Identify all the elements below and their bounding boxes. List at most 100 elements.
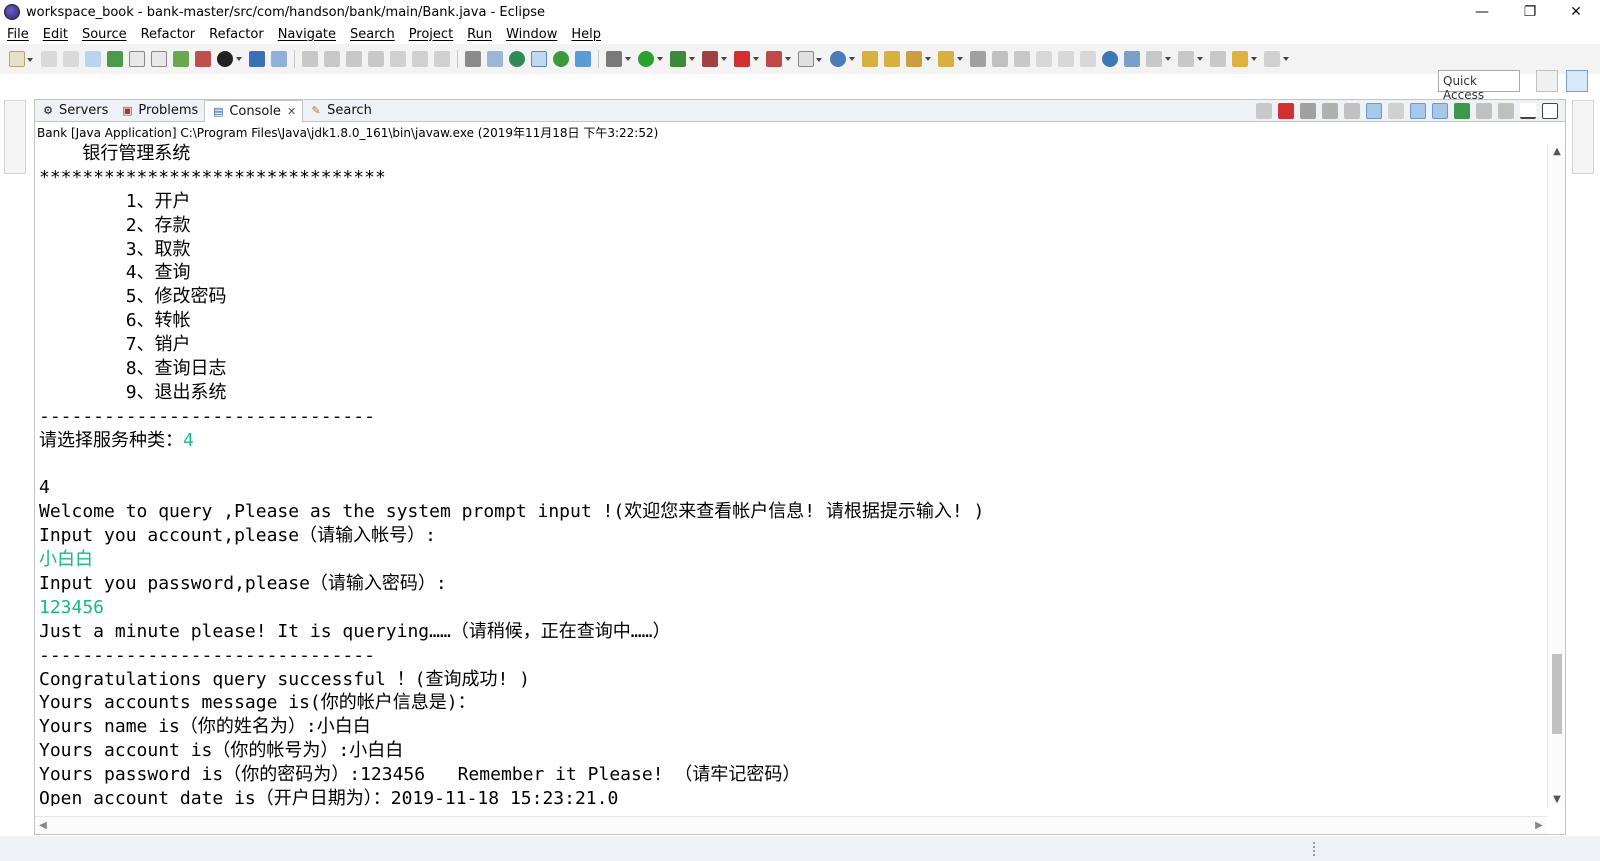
step-over-icon[interactable] (412, 51, 428, 67)
maximize-view-icon[interactable] (1542, 103, 1558, 119)
console-line: ------------------------------- (39, 405, 375, 427)
run-icon[interactable] (638, 51, 663, 67)
scroll-right-icon[interactable]: ▶ (1533, 820, 1545, 832)
save-all-icon[interactable] (63, 51, 79, 67)
show-on-stderr-icon[interactable] (1432, 103, 1448, 119)
menu-source[interactable]: Source (75, 27, 134, 42)
next-annotation-icon[interactable] (1146, 51, 1171, 67)
profile-icon[interactable] (702, 51, 727, 67)
search-tool-icon[interactable] (575, 51, 591, 67)
scroll-left-icon[interactable]: ◀ (37, 820, 49, 832)
window-title: workspace_book - bank-master/src/com/han… (26, 4, 545, 20)
new-file-icon[interactable] (151, 51, 167, 67)
close-tab-icon[interactable]: ✕ (287, 105, 296, 118)
power-icon[interactable] (509, 51, 525, 67)
whitespace-icon[interactable] (1058, 51, 1074, 67)
status-grip-icon[interactable] (1313, 842, 1317, 856)
stop-icon[interactable] (734, 51, 759, 67)
annotation-icon[interactable] (970, 51, 986, 67)
tab-label: Console (229, 103, 281, 119)
clear-console-icon[interactable] (1344, 103, 1360, 119)
remove-launch-icon[interactable] (1300, 103, 1316, 119)
paragraph-icon[interactable] (1080, 51, 1096, 67)
external-tools-icon[interactable] (766, 51, 791, 67)
open-type-icon[interactable] (862, 51, 878, 67)
disconnect-icon[interactable] (368, 51, 384, 67)
terminal-icon[interactable] (249, 51, 265, 67)
coverage-icon[interactable] (670, 51, 695, 67)
open-perspective-icon[interactable] (1536, 70, 1558, 92)
menu-run[interactable]: Run (460, 27, 499, 42)
mark-occurrences-icon[interactable] (1014, 51, 1030, 67)
save-icon[interactable] (41, 51, 57, 67)
menu-refactor-1[interactable]: Refactor (134, 27, 203, 42)
suspend-icon[interactable] (324, 51, 340, 67)
tab-console[interactable]: ▤ Console ✕ (204, 99, 304, 122)
menu-edit[interactable]: Edit (36, 27, 75, 42)
open-console-icon[interactable] (1498, 103, 1514, 119)
pin-console-icon[interactable] (1454, 103, 1470, 119)
show-on-stdout-icon[interactable] (1410, 103, 1426, 119)
close-button[interactable]: ✕ (1554, 0, 1598, 24)
display-console-icon[interactable] (1476, 103, 1492, 119)
resume-icon[interactable] (302, 51, 318, 67)
menu-search[interactable]: Search (343, 27, 402, 42)
database-icon[interactable] (195, 51, 211, 67)
remove-all-icon[interactable] (1322, 103, 1338, 119)
new-java-project-icon[interactable] (798, 51, 822, 67)
use-step-filters-icon[interactable] (487, 51, 503, 67)
word-wrap-icon[interactable] (1388, 103, 1404, 119)
search-drop-icon[interactable] (906, 51, 931, 67)
tree-icon[interactable] (107, 51, 123, 67)
scroll-down-icon[interactable]: ▼ (1551, 794, 1563, 806)
open-task-icon[interactable] (884, 51, 900, 67)
scroll-up-icon[interactable]: ▲ (1551, 146, 1563, 158)
new-class-wizard-icon[interactable] (830, 51, 855, 67)
prev-annotation-icon[interactable] (1178, 51, 1203, 67)
globe-icon[interactable] (1102, 51, 1118, 67)
open-folder-icon[interactable] (938, 51, 963, 67)
new-class-icon[interactable] (129, 51, 145, 67)
menu-file[interactable]: File (0, 27, 36, 42)
user-icon[interactable] (217, 51, 242, 67)
menu-refactor-2[interactable]: Refactor (202, 27, 271, 42)
java-perspective-icon[interactable] (1566, 70, 1588, 92)
tab-problems[interactable]: ▣ Problems (114, 100, 204, 122)
pin-icon[interactable] (271, 51, 287, 67)
tab-search[interactable]: ✎ Search (303, 100, 378, 122)
console-output[interactable]: 银行管理系统 ******************************** … (39, 142, 1544, 806)
forward-icon[interactable] (1264, 51, 1289, 67)
menu-navigate[interactable]: Navigate (271, 27, 343, 42)
server-icon[interactable] (173, 51, 189, 67)
minimize-button[interactable]: — (1460, 0, 1504, 24)
menu-project[interactable]: Project (402, 27, 460, 42)
vertical-scrollbar[interactable]: ▲ ▼ (1547, 144, 1565, 808)
terminate-icon[interactable] (346, 51, 362, 67)
right-trim-stack[interactable] (1572, 100, 1594, 174)
scrollbar-thumb[interactable] (1552, 654, 1562, 734)
sync-icon[interactable] (1256, 103, 1272, 119)
block-select-icon[interactable] (1036, 51, 1052, 67)
step-return-icon[interactable] (434, 51, 450, 67)
drop-frame-icon[interactable] (465, 51, 481, 67)
terminate-icon[interactable] (1278, 103, 1294, 119)
step-into-icon[interactable] (390, 51, 406, 67)
menu-help[interactable]: Help (564, 27, 608, 42)
minimize-view-icon[interactable] (1520, 103, 1536, 119)
pen-icon[interactable] (992, 51, 1008, 67)
debug-icon[interactable] (606, 51, 631, 67)
tab-servers[interactable]: ⚙ Servers (35, 100, 114, 122)
remote-icon[interactable] (1124, 51, 1140, 67)
menu-window[interactable]: Window (499, 27, 564, 42)
refresh-icon[interactable] (553, 51, 569, 67)
new-icon[interactable] (9, 51, 33, 67)
left-trim-stack[interactable] (4, 100, 26, 174)
toggle-block-icon[interactable] (531, 51, 547, 67)
back-icon[interactable] (1232, 51, 1257, 67)
scroll-lock-icon[interactable] (1366, 103, 1382, 119)
toggle-icon[interactable] (85, 51, 101, 67)
horizontal-scrollbar[interactable]: ◀ ▶ (35, 816, 1547, 834)
last-edit-icon[interactable] (1210, 51, 1226, 67)
restore-button[interactable]: ❐ (1508, 0, 1552, 24)
quick-access-input[interactable]: Quick Access (1438, 70, 1520, 102)
